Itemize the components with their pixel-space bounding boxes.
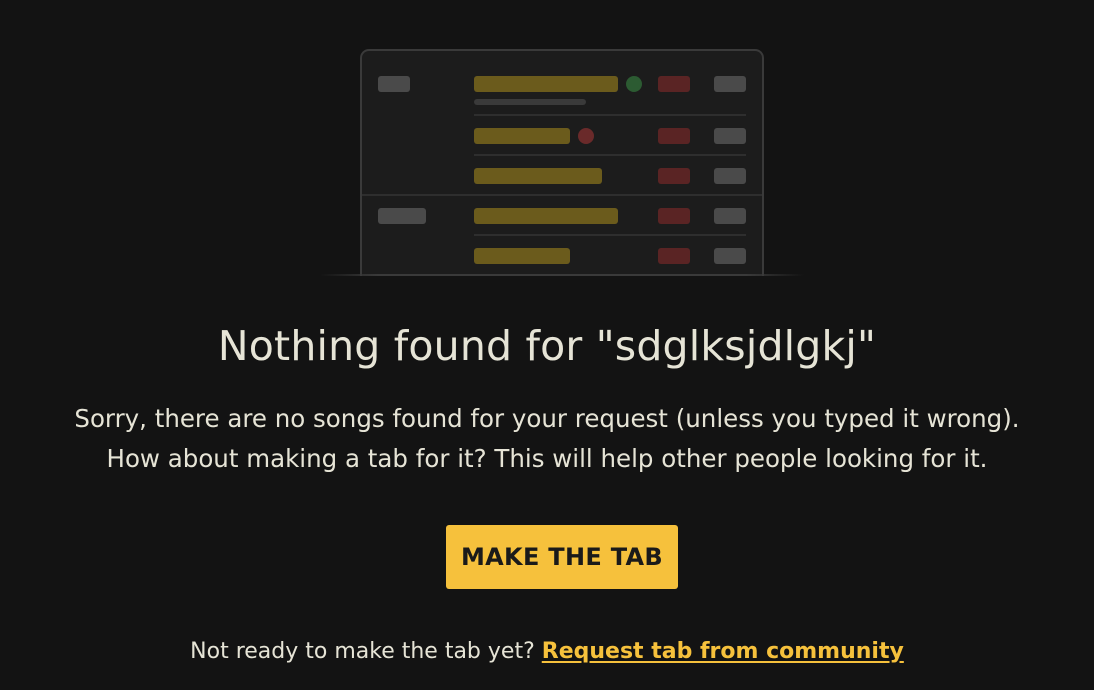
placeholder-rating xyxy=(658,128,690,144)
row-divider xyxy=(474,114,746,116)
row-divider xyxy=(474,154,746,156)
footer-prompt: Not ready to make the tab yet? Request t… xyxy=(0,639,1094,664)
placeholder-subline xyxy=(474,99,586,105)
placeholder-type xyxy=(714,76,746,92)
empty-state-description: Sorry, there are no songs found for your… xyxy=(0,399,1094,479)
placeholder-type xyxy=(714,248,746,264)
empty-state-title: Nothing found for "sdglksjdlgkj" xyxy=(217,322,877,370)
group-divider xyxy=(362,194,762,196)
illustration-baseline xyxy=(320,274,804,276)
description-line-1: Sorry, there are no songs found for your… xyxy=(74,404,1020,433)
placeholder-song xyxy=(474,168,602,184)
placeholder-song xyxy=(474,208,618,224)
description-line-2: How about making a tab for it? This will… xyxy=(106,444,988,473)
rating-dot-icon xyxy=(578,128,594,144)
rating-dot-icon xyxy=(626,76,642,92)
footer-prompt-text: Not ready to make the tab yet? xyxy=(190,639,535,664)
placeholder-rating xyxy=(658,248,690,264)
placeholder-artist xyxy=(378,76,410,92)
make-the-tab-button[interactable]: MAKE THE TAB xyxy=(446,525,678,589)
placeholder-song xyxy=(474,76,618,92)
row-divider xyxy=(474,234,746,236)
placeholder-type xyxy=(714,208,746,224)
placeholder-type xyxy=(714,128,746,144)
placeholder-rating xyxy=(658,76,690,92)
placeholder-rating xyxy=(658,168,690,184)
placeholder-song xyxy=(474,128,570,144)
placeholder-type xyxy=(714,168,746,184)
placeholder-song xyxy=(474,248,570,264)
empty-results-illustration xyxy=(360,49,764,276)
placeholder-rating xyxy=(658,208,690,224)
request-tab-link[interactable]: Request tab from community xyxy=(542,639,904,664)
placeholder-artist xyxy=(378,208,426,224)
